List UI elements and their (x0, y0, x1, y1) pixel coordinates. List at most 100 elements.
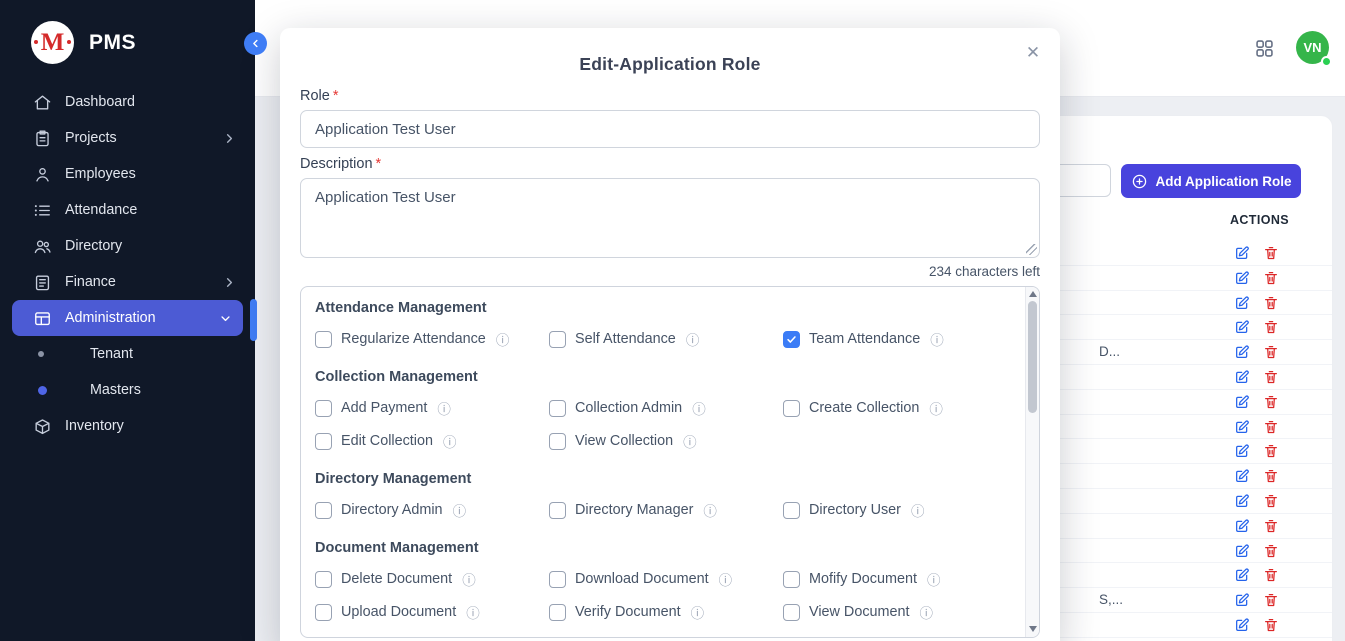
delete-icon[interactable] (1263, 369, 1279, 385)
delete-icon[interactable] (1263, 543, 1279, 559)
sidebar-item-finance[interactable]: Finance (0, 264, 255, 300)
edit-icon[interactable] (1234, 270, 1250, 286)
checkbox-unchecked[interactable] (783, 502, 800, 519)
scroll-down-arrow-icon[interactable] (1029, 626, 1037, 632)
row-actions (1234, 295, 1279, 311)
role-input[interactable] (300, 110, 1040, 148)
checkbox-unchecked[interactable] (315, 502, 332, 519)
edit-icon[interactable] (1234, 567, 1250, 583)
edit-icon[interactable] (1234, 344, 1250, 360)
row-actions (1234, 617, 1279, 633)
row-actions (1234, 443, 1279, 459)
active-page-indicator (250, 299, 257, 341)
delete-icon[interactable] (1263, 468, 1279, 484)
checkbox-checked[interactable] (783, 331, 800, 348)
info-icon: ⓘ (691, 602, 705, 622)
apps-grid-icon[interactable] (1254, 38, 1275, 59)
checkbox-unchecked[interactable] (549, 604, 566, 621)
delete-icon[interactable] (1263, 319, 1279, 335)
edit-icon[interactable] (1234, 592, 1250, 608)
checkbox-unchecked[interactable] (783, 400, 800, 417)
permission-add-payment[interactable]: Add Paymentⓘ (315, 398, 549, 418)
permission-edit-collection[interactable]: Edit Collectionⓘ (315, 431, 549, 451)
close-icon[interactable]: ✕ (1020, 40, 1046, 66)
checkbox-unchecked[interactable] (783, 604, 800, 621)
delete-icon[interactable] (1263, 617, 1279, 633)
scroll-up-arrow-icon[interactable] (1029, 291, 1037, 297)
permission-download-document[interactable]: Download Documentⓘ (549, 569, 783, 589)
sidebar-item-directory[interactable]: Directory (0, 228, 255, 264)
add-application-role-button[interactable]: Add Application Role (1121, 164, 1301, 198)
sidebar-item-masters[interactable]: Masters (0, 372, 255, 408)
edit-icon[interactable] (1234, 543, 1250, 559)
permission-self-attendance[interactable]: Self Attendanceⓘ (549, 329, 783, 349)
permission-directory-user[interactable]: Directory Userⓘ (783, 500, 1017, 520)
row-actions (1234, 543, 1279, 559)
sidebar-item-projects[interactable]: Projects (0, 120, 255, 156)
checkbox-unchecked[interactable] (315, 604, 332, 621)
permission-collection-admin[interactable]: Collection Adminⓘ (549, 398, 783, 418)
scrollbar-thumb[interactable] (1028, 301, 1037, 413)
info-icon: ⓘ (443, 431, 457, 451)
permission-delete-document[interactable]: Delete Documentⓘ (315, 569, 549, 589)
permission-regularize-attendance[interactable]: Regularize Attendanceⓘ (315, 329, 549, 349)
permission-directory-manager[interactable]: Directory Managerⓘ (549, 500, 783, 520)
edit-icon[interactable] (1234, 617, 1250, 633)
edit-icon[interactable] (1234, 319, 1250, 335)
sidebar-item-administration[interactable]: Administration (12, 300, 243, 336)
permission-upload-document[interactable]: Upload Documentⓘ (315, 602, 549, 622)
checkbox-unchecked[interactable] (315, 571, 332, 588)
info-icon: ⓘ (683, 431, 697, 451)
description-textarea[interactable]: Application Test User (300, 178, 1040, 258)
info-icon: ⓘ (462, 569, 476, 589)
permission-verify-document[interactable]: Verify Document ⓘ (549, 602, 783, 622)
edit-icon[interactable] (1234, 369, 1250, 385)
checkbox-unchecked[interactable] (549, 400, 566, 417)
checkbox-unchecked[interactable] (783, 571, 800, 588)
edit-icon[interactable] (1234, 394, 1250, 410)
row-text-fragment: D... (1099, 344, 1120, 359)
permission-create-collection[interactable]: Create Collectionⓘ (783, 398, 1017, 418)
sidebar-item-employees[interactable]: Employees (0, 156, 255, 192)
delete-icon[interactable] (1263, 419, 1279, 435)
permissions-scrollbar[interactable] (1025, 287, 1039, 637)
edit-icon[interactable] (1234, 518, 1250, 534)
sidebar-collapse-button[interactable] (244, 32, 267, 55)
delete-icon[interactable] (1263, 295, 1279, 311)
delete-icon[interactable] (1263, 518, 1279, 534)
delete-icon[interactable] (1263, 270, 1279, 286)
edit-icon[interactable] (1234, 468, 1250, 484)
checkbox-unchecked[interactable] (549, 502, 566, 519)
permission-view-document[interactable]: View Documentⓘ (783, 602, 1017, 622)
delete-icon[interactable] (1263, 394, 1279, 410)
permission-team-attendance[interactable]: Team Attendanceⓘ (783, 329, 1017, 349)
checkbox-unchecked[interactable] (549, 331, 566, 348)
permission-view-collection[interactable]: View Collectionⓘ (549, 431, 783, 451)
sidebar-item-tenant[interactable]: Tenant (0, 336, 255, 372)
sidebar-item-inventory[interactable]: Inventory (0, 408, 255, 444)
delete-icon[interactable] (1263, 344, 1279, 360)
checkbox-unchecked[interactable] (315, 433, 332, 450)
checkbox-unchecked[interactable] (549, 433, 566, 450)
checkbox-unchecked[interactable] (315, 400, 332, 417)
delete-icon[interactable] (1263, 493, 1279, 509)
edit-icon[interactable] (1234, 493, 1250, 509)
edit-icon[interactable] (1234, 295, 1250, 311)
edit-icon[interactable] (1234, 245, 1250, 261)
edit-icon[interactable] (1234, 419, 1250, 435)
row-actions (1234, 468, 1279, 484)
delete-icon[interactable] (1263, 245, 1279, 261)
delete-icon[interactable] (1263, 443, 1279, 459)
permission-mofify-document[interactable]: Mofify Documentⓘ (783, 569, 1017, 589)
delete-icon[interactable] (1263, 592, 1279, 608)
chevron-right-icon (222, 131, 237, 146)
permission-label: Verify Document (575, 604, 681, 620)
sidebar-item-attendance[interactable]: Attendance (0, 192, 255, 228)
checkbox-unchecked[interactable] (549, 571, 566, 588)
delete-icon[interactable] (1263, 567, 1279, 583)
permission-directory-admin[interactable]: Directory Adminⓘ (315, 500, 549, 520)
checkbox-unchecked[interactable] (315, 331, 332, 348)
resize-handle[interactable] (1026, 244, 1037, 255)
edit-icon[interactable] (1234, 443, 1250, 459)
sidebar-item-dashboard[interactable]: Dashboard (0, 84, 255, 120)
